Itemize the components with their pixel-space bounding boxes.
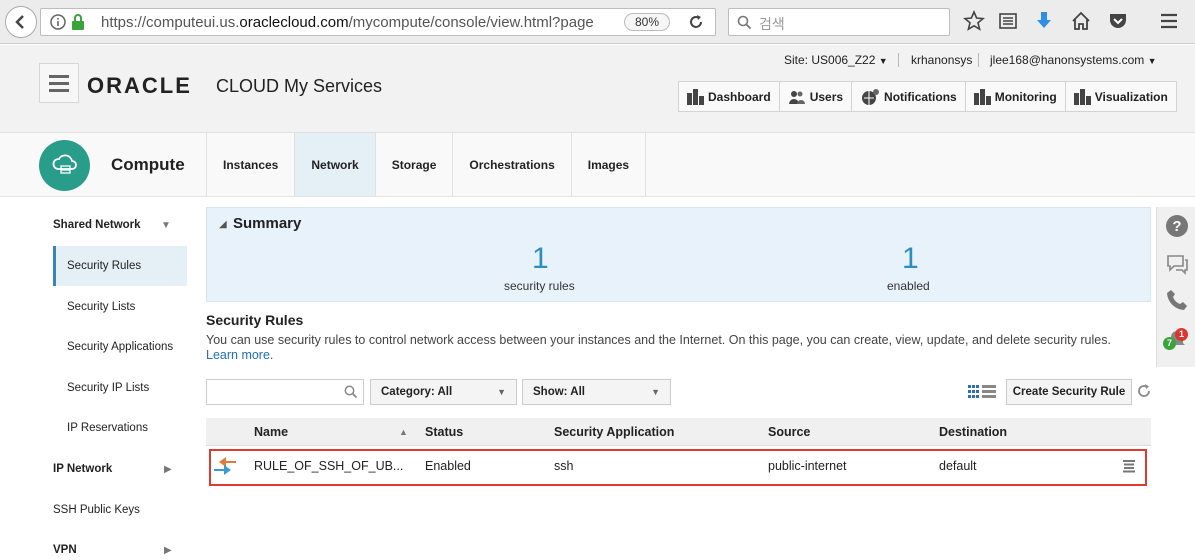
rule-name[interactable]: RULE_OF_SSH_OF_UB... bbox=[254, 459, 403, 473]
help-icon[interactable]: ? bbox=[1165, 214, 1189, 238]
chevron-right-icon[interactable]: ▶ bbox=[164, 464, 172, 475]
pocket-icon[interactable] bbox=[1107, 10, 1129, 32]
dashboard-button[interactable]: Dashboard bbox=[679, 82, 780, 111]
users-button[interactable]: Users bbox=[780, 82, 853, 111]
rule-application: ssh bbox=[554, 459, 574, 473]
browser-menu-icon[interactable] bbox=[1158, 10, 1180, 32]
username: krhanonsys bbox=[911, 53, 973, 67]
search-icon bbox=[737, 15, 752, 30]
column-header-source[interactable]: Source bbox=[768, 425, 810, 439]
section-description: You can use security rules to control ne… bbox=[206, 333, 1111, 362]
chevron-right-icon[interactable]: ▶ bbox=[164, 545, 172, 556]
chat-icon[interactable] bbox=[1165, 252, 1189, 276]
enabled-label: enabled bbox=[887, 279, 930, 293]
user-menu[interactable]: jlee168@hanonsystems.com ▼ bbox=[990, 53, 1157, 67]
sidebar-item-ssh-keys[interactable]: SSH Public Keys bbox=[53, 504, 140, 516]
chevron-down-icon: ▼ bbox=[651, 387, 660, 397]
oracle-logo: ORACLE bbox=[87, 73, 192, 98]
compute-service-icon bbox=[39, 140, 90, 191]
zoom-level[interactable]: 80% bbox=[624, 13, 670, 31]
back-button[interactable] bbox=[5, 6, 37, 38]
main-menu-button[interactable] bbox=[39, 63, 79, 103]
summary-title: Summary bbox=[233, 215, 302, 232]
phone-icon[interactable] bbox=[1165, 288, 1189, 312]
right-help-rail: ? 1 7 bbox=[1156, 207, 1195, 367]
url-text: https://computeui.us.oraclecloud.com/myc… bbox=[101, 14, 594, 31]
show-dropdown[interactable]: Show: All ▼ bbox=[522, 379, 671, 405]
chevron-down-icon[interactable]: ▼ bbox=[161, 220, 171, 231]
sidebar-item-ip-reservations[interactable]: IP Reservations bbox=[67, 422, 148, 434]
sidebar-item-security-rules[interactable]: Security Rules bbox=[67, 260, 141, 272]
grid-view-icon[interactable] bbox=[968, 385, 998, 399]
sidebar-item-security-ip-lists[interactable]: Security IP Lists bbox=[67, 382, 149, 394]
back-arrow-icon bbox=[15, 15, 24, 29]
bookmark-star-icon[interactable] bbox=[963, 10, 985, 32]
header-nav: Dashboard Users Notifications Monitoring… bbox=[678, 81, 1177, 112]
service-tabs: Instances Network Storage Orchestrations… bbox=[206, 133, 647, 196]
service-title: Compute bbox=[111, 155, 185, 174]
refresh-icon[interactable] bbox=[1136, 383, 1152, 399]
notifications-button[interactable]: Notifications bbox=[852, 82, 966, 111]
sidebar-group-shared-network[interactable]: Shared Network bbox=[53, 219, 141, 231]
monitoring-button[interactable]: Monitoring bbox=[966, 82, 1066, 111]
app-header: ORACLE CLOUD My Services Site: US006_Z22… bbox=[0, 45, 1195, 133]
dashboard-icon bbox=[687, 88, 704, 105]
tab-storage[interactable]: Storage bbox=[374, 133, 453, 196]
row-actions-menu-icon[interactable] bbox=[1122, 459, 1136, 473]
service-bar: Compute Instances Network Storage Orches… bbox=[0, 133, 1195, 197]
tab-instances[interactable]: Instances bbox=[206, 133, 294, 196]
security-rules-count: 1 bbox=[532, 242, 549, 275]
column-header-security-application[interactable]: Security Application bbox=[554, 425, 674, 439]
security-rule-arrows-icon bbox=[214, 457, 236, 475]
column-header-status[interactable]: Status bbox=[425, 425, 463, 439]
create-security-rule-button[interactable]: Create Security Rule bbox=[1006, 379, 1132, 405]
collapse-triangle-icon[interactable]: ◢ bbox=[219, 219, 227, 230]
sidebar: Shared Network ▼ Security Rules Security… bbox=[0, 198, 200, 560]
sort-ascending-icon[interactable]: ▲ bbox=[399, 427, 408, 437]
table-row[interactable]: RULE_OF_SSH_OF_UB... Enabled ssh public-… bbox=[209, 449, 1147, 486]
notification-count: 7 bbox=[1163, 337, 1176, 350]
section-title: Security Rules bbox=[206, 312, 304, 328]
rule-status: Enabled bbox=[425, 459, 471, 473]
users-icon bbox=[788, 90, 805, 104]
browser-toolbar: https://computeui.us.oraclecloud.com/myc… bbox=[0, 0, 1195, 44]
visualization-button[interactable]: Visualization bbox=[1066, 82, 1176, 111]
chevron-down-icon: ▼ bbox=[497, 387, 506, 397]
info-icon[interactable] bbox=[50, 14, 66, 30]
tab-orchestrations[interactable]: Orchestrations bbox=[452, 133, 570, 196]
svg-text:?: ? bbox=[1172, 218, 1181, 235]
tab-network[interactable]: Network bbox=[294, 133, 375, 196]
sidebar-item-security-applications[interactable]: Security Applications bbox=[67, 341, 173, 353]
product-title: CLOUD My Services bbox=[216, 76, 383, 96]
reload-icon[interactable] bbox=[687, 13, 705, 31]
sidebar-group-vpn[interactable]: VPN bbox=[53, 544, 77, 556]
column-header-destination[interactable]: Destination bbox=[939, 425, 1007, 439]
summary-panel: ◢ Summary 1 security rules 1 enabled bbox=[206, 207, 1151, 302]
column-header-name[interactable]: Name bbox=[254, 425, 288, 439]
rule-source: public-internet bbox=[768, 459, 847, 473]
sidebar-group-ip-network[interactable]: IP Network bbox=[53, 463, 112, 475]
notifications-globe-icon bbox=[862, 88, 880, 105]
search-placeholder: 검색 bbox=[759, 16, 785, 32]
home-icon[interactable] bbox=[1070, 10, 1092, 32]
download-icon[interactable] bbox=[1033, 10, 1055, 32]
visualization-icon bbox=[1073, 88, 1091, 105]
enabled-count: 1 bbox=[902, 242, 919, 275]
tab-images[interactable]: Images bbox=[570, 133, 647, 196]
notification-badge: 1 bbox=[1175, 328, 1188, 341]
security-rules-label: security rules bbox=[504, 279, 575, 293]
search-icon bbox=[344, 385, 358, 399]
site-selector[interactable]: Site: US006_Z22 ▼ bbox=[784, 53, 888, 67]
filter-search-input[interactable] bbox=[206, 379, 364, 405]
table-header: Name ▲ Status Security Application Sourc… bbox=[206, 418, 1151, 446]
lock-icon bbox=[72, 14, 84, 30]
url-bar[interactable]: https://computeui.us.oraclecloud.com/myc… bbox=[40, 8, 716, 36]
monitoring-icon bbox=[973, 88, 991, 105]
sidebar-item-security-lists[interactable]: Security Lists bbox=[67, 301, 135, 313]
category-dropdown[interactable]: Category: All ▼ bbox=[370, 379, 517, 405]
browser-search-input[interactable]: 검색 bbox=[728, 8, 950, 36]
rule-destination: default bbox=[939, 459, 977, 473]
reading-list-icon[interactable] bbox=[997, 10, 1019, 32]
learn-more-link[interactable]: Learn more. bbox=[206, 348, 273, 362]
